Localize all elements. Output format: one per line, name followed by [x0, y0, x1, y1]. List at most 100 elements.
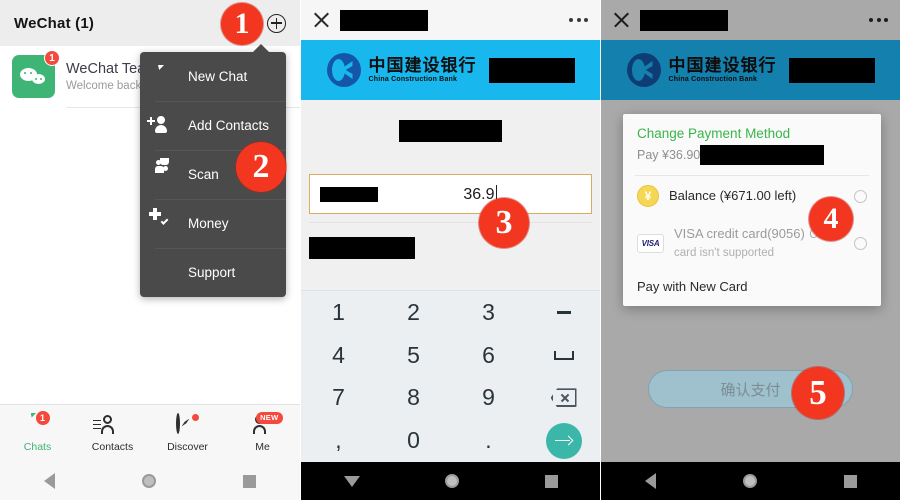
- key-6[interactable]: 6: [451, 334, 526, 377]
- dialog-header: Change Payment Method Pay ¥36.90(: [623, 114, 881, 175]
- radio-visa[interactable]: [854, 236, 867, 250]
- tab-contacts[interactable]: Contacts: [75, 405, 150, 462]
- redacted-field-label: [320, 186, 378, 202]
- pay-with-new-card-action[interactable]: Pay with New Card: [623, 270, 881, 306]
- redacted-title: [340, 9, 428, 31]
- key-comma[interactable]: ,: [301, 419, 376, 462]
- chat-bubble-icon: [155, 67, 174, 86]
- back-triangle-icon[interactable]: [43, 473, 55, 489]
- android-navbar: [0, 462, 300, 500]
- step-badge-3: 3: [479, 198, 529, 248]
- key-0[interactable]: 0: [376, 419, 451, 462]
- ccb-logo-icon: [626, 53, 661, 87]
- radio-balance[interactable]: [854, 189, 867, 203]
- wechat-logo-icon: [19, 67, 48, 86]
- close-x-icon[interactable]: [613, 12, 630, 29]
- recents-square-icon[interactable]: [844, 474, 858, 488]
- recents-square-icon[interactable]: [243, 474, 257, 488]
- chats-unread-badge: 1: [35, 410, 50, 425]
- step-badge-1: 1: [221, 3, 263, 45]
- minus-key-icon[interactable]: [526, 291, 600, 334]
- plus-circle-icon[interactable]: [267, 13, 286, 33]
- divider: [309, 222, 592, 223]
- page-title: WeChat (1): [14, 14, 95, 32]
- screenshot-stage: WeChat (1) 1 WeChat Tea Welcome back! Ne…: [0, 0, 900, 500]
- space-key-icon[interactable]: [526, 334, 600, 377]
- menu-item-support[interactable]: Support: [140, 248, 286, 297]
- key-1[interactable]: 1: [301, 291, 376, 334]
- key-8[interactable]: 8: [376, 377, 451, 420]
- key-7[interactable]: 7: [301, 377, 376, 420]
- redacted-title: [640, 9, 728, 31]
- page-topbar: [601, 0, 900, 40]
- tab-label: Me: [255, 440, 270, 453]
- step-badge-2: 2: [236, 142, 286, 192]
- backspace-key-icon[interactable]: [526, 377, 600, 420]
- yuan-coin-icon: ¥: [637, 185, 659, 207]
- redacted-heading: [399, 120, 502, 142]
- redacted-block: [700, 145, 825, 165]
- tab-chats[interactable]: 1 Chats: [0, 405, 75, 462]
- menu-item-label: New Chat: [188, 69, 248, 84]
- home-circle-icon[interactable]: [742, 474, 757, 488]
- bank-name-cn: 中国建设银行: [368, 56, 477, 75]
- page-topbar: [301, 0, 600, 40]
- bank-name-en: China Construction Bank: [668, 76, 758, 83]
- status-badge: 1: [44, 50, 60, 66]
- key-4[interactable]: 4: [301, 334, 376, 377]
- android-navbar: [601, 462, 900, 500]
- panel-change-payment-method: 中国建设银行 China Construction Bank Change Pa…: [600, 0, 900, 500]
- bank-name-en: China Construction Bank: [368, 76, 458, 83]
- recents-square-icon[interactable]: [545, 474, 559, 488]
- menu-item-label: Money: [188, 216, 229, 231]
- back-triangle-icon[interactable]: [644, 473, 656, 489]
- android-navbar: [301, 462, 600, 500]
- bank-banner: 中国建设银行 China Construction Bank: [301, 40, 600, 100]
- tab-me[interactable]: NEW Me: [225, 405, 300, 462]
- envelope-icon: [155, 263, 174, 282]
- home-circle-icon[interactable]: [141, 474, 156, 488]
- panel-bank-payment-input: 中国建设银行 China Construction Bank 36.9 1 2 …: [300, 0, 600, 500]
- more-dots-icon[interactable]: [569, 18, 588, 22]
- redacted-heading-row: [301, 100, 600, 162]
- dialog-title: Change Payment Method: [637, 126, 791, 141]
- me-person-icon: NEW: [251, 411, 283, 437]
- visa-card-icon: VISA: [637, 233, 664, 253]
- redacted-row: [309, 237, 592, 264]
- key-5[interactable]: 5: [376, 334, 451, 377]
- tab-discover[interactable]: Discover: [150, 405, 225, 462]
- key-period[interactable]: .: [451, 419, 526, 462]
- key-2[interactable]: 2: [376, 291, 451, 334]
- chats-icon: 1: [26, 410, 50, 437]
- panel-wechat-chatlist: WeChat (1) 1 WeChat Tea Welcome back! Ne…: [0, 0, 300, 500]
- more-dots-icon[interactable]: [869, 18, 888, 22]
- money-frame-icon: [149, 208, 174, 233]
- bottom-tab-bar: 1 Chats Contacts Discover NEW Me: [0, 404, 300, 462]
- scan-qr-icon: [155, 158, 174, 184]
- home-circle-icon[interactable]: [445, 474, 460, 488]
- step-badge-4: 4: [809, 197, 853, 241]
- me-new-badge: NEW: [256, 411, 283, 424]
- person-plus-icon: [147, 116, 174, 135]
- method-name: VISA credit card(9056): [674, 226, 805, 241]
- tab-label: Contacts: [91, 440, 134, 453]
- tab-label: Chats: [23, 440, 52, 453]
- dialog-subtitle: Pay ¥36.90(: [637, 145, 867, 165]
- contacts-icon: [92, 414, 125, 437]
- tab-label: Discover: [167, 440, 208, 453]
- menu-item-new-chat[interactable]: New Chat: [140, 52, 286, 101]
- key-9[interactable]: 9: [451, 377, 526, 420]
- menu-item-money[interactable]: Money: [140, 199, 286, 248]
- menu-item-label: Scan: [188, 167, 219, 182]
- confirm-button-wrap: 确认支付: [601, 370, 900, 408]
- close-x-icon[interactable]: [313, 12, 330, 29]
- key-3[interactable]: 3: [451, 291, 526, 334]
- payment-body: 36.9: [301, 100, 600, 264]
- ccb-logo-icon: [326, 53, 361, 87]
- menu-item-label: Support: [188, 265, 236, 280]
- enter-arrow-icon[interactable]: [526, 419, 600, 462]
- keyboard-down-icon[interactable]: [343, 475, 360, 487]
- discover-red-dot: [191, 413, 199, 421]
- menu-item-label: Add Contacts: [188, 118, 270, 133]
- amount-input[interactable]: 36.9: [309, 174, 592, 214]
